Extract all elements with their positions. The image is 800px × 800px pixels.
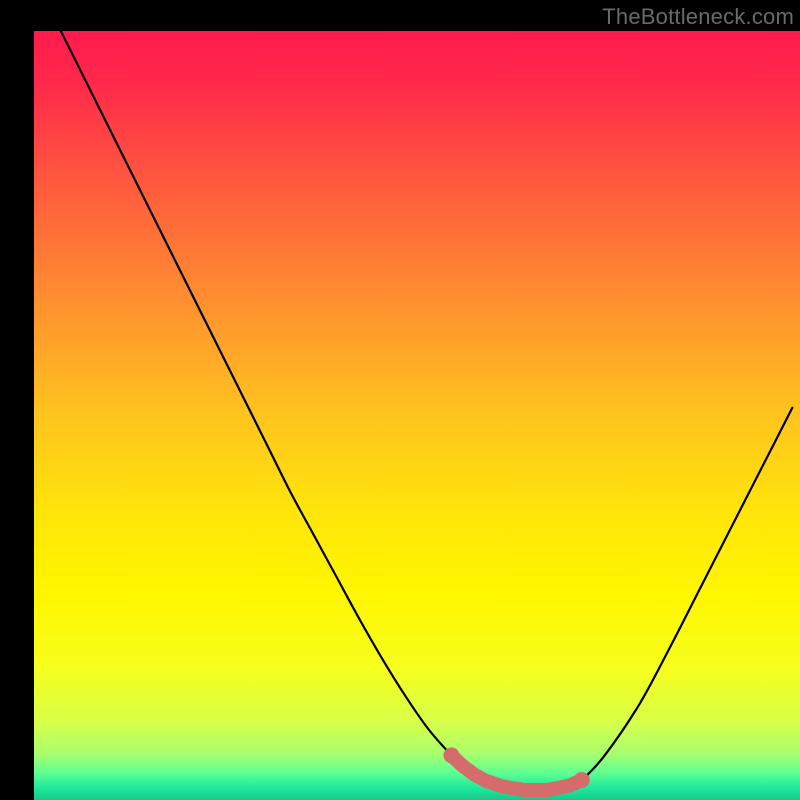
frame-left [0, 0, 34, 800]
bottleneck-curve [61, 31, 793, 791]
highlight-end-dot [443, 747, 459, 763]
curve-layer [34, 31, 800, 800]
plot-area [34, 31, 800, 800]
highlight-end-dot [574, 772, 590, 788]
chart-stage: TheBottleneck.com [0, 0, 800, 800]
highlight-markers [443, 747, 589, 790]
highlight-stroke [451, 755, 581, 790]
watermark-text: TheBottleneck.com [602, 4, 794, 30]
